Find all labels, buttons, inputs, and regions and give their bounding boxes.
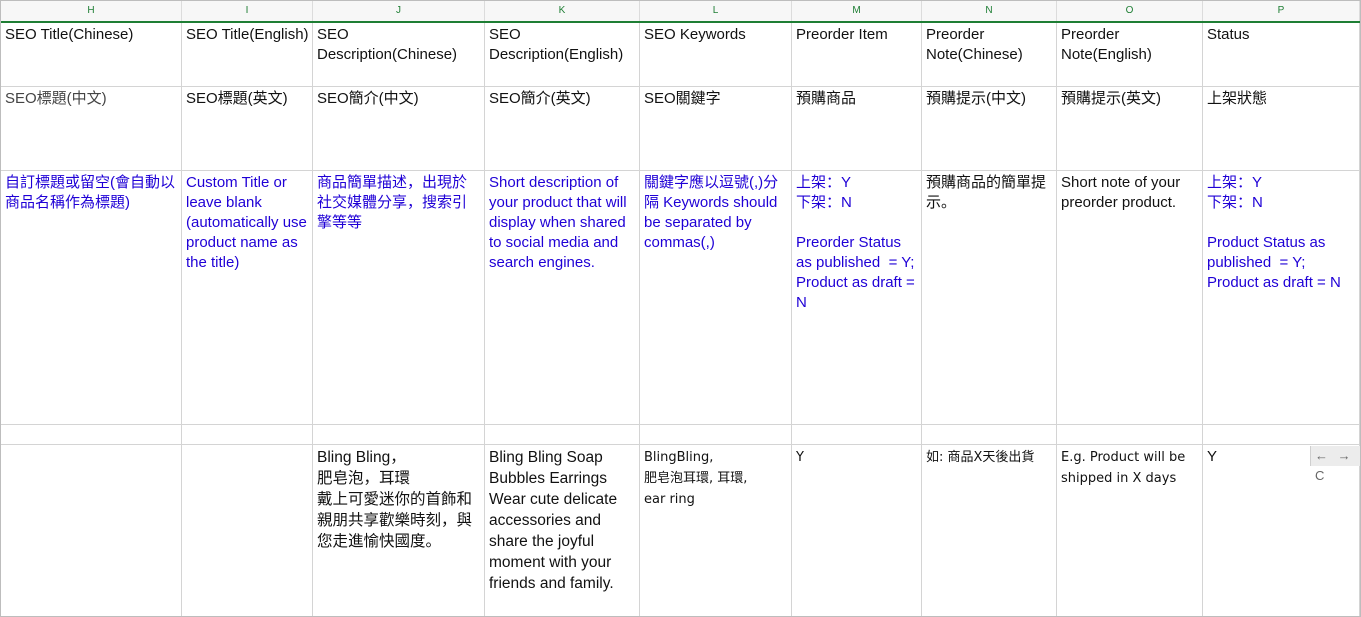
cell-blank[interactable] xyxy=(922,425,1057,445)
cell-label-seo-description-english[interactable]: SEO簡介(英文) xyxy=(485,87,640,171)
cell-blank[interactable] xyxy=(485,425,640,445)
cell-label-preorder-note-english[interactable]: 預購提示(英文) xyxy=(1057,87,1203,171)
column-header-n[interactable]: N xyxy=(922,1,1057,21)
column-header-k[interactable]: K xyxy=(485,1,640,21)
cell-header-seo-title-english[interactable]: SEO Title(English) xyxy=(182,23,313,87)
cell-instruction-preorder-item[interactable]: 上架：Y 下架：N Preorder Status as published =… xyxy=(792,171,922,425)
cell-example-seo-description-english[interactable]: Bling Bling Soap Bubbles Earrings Wear c… xyxy=(485,445,640,616)
browser-nav-controls[interactable]: ← → C xyxy=(1310,446,1360,483)
cell-header-preorder-note-english[interactable]: Preorder Note(English) xyxy=(1057,23,1203,87)
cell-example-seo-keywords[interactable]: BlingBling, 肥皂泡耳環, 耳環, ear ring xyxy=(640,445,792,616)
cell-header-seo-keywords[interactable]: SEO Keywords xyxy=(640,23,792,87)
column-header-o[interactable]: O xyxy=(1057,1,1203,21)
cell-header-seo-description-chinese[interactable]: SEO Description(Chinese) xyxy=(313,23,485,87)
cell-instruction-seo-description-chinese[interactable]: 商品簡單描述，出現於社交媒體分享，搜索引擎等等 xyxy=(313,171,485,425)
cell-example-preorder-note-chinese[interactable]: 如: 商品X天後出貨 xyxy=(922,445,1057,616)
cell-instruction-seo-description-english[interactable]: Short description of your product that w… xyxy=(485,171,640,425)
column-header-l[interactable]: L xyxy=(640,1,792,21)
cell-header-seo-description-english[interactable]: SEO Description(English) xyxy=(485,23,640,87)
cell-example-seo-title-chinese[interactable] xyxy=(1,445,182,616)
column-header-m[interactable]: M xyxy=(792,1,922,21)
column-header-j[interactable]: J xyxy=(313,1,485,21)
cell-label-status[interactable]: 上架狀態 xyxy=(1203,87,1360,171)
cell-header-preorder-item[interactable]: Preorder Item xyxy=(792,23,922,87)
cell-example-seo-description-chinese[interactable]: Bling Bling， 肥皂泡，耳環 戴上可愛迷你的首飾和親朋共享歡樂時刻，與… xyxy=(313,445,485,616)
cell-example-status[interactable]: Y xyxy=(1203,445,1360,616)
cell-header-seo-title-chinese[interactable]: SEO Title(Chinese) xyxy=(1,23,182,87)
cell-blank[interactable] xyxy=(313,425,485,445)
cell-label-preorder-note-chinese[interactable]: 預購提示(中文) xyxy=(922,87,1057,171)
column-header-bar: H I J K L M N O P xyxy=(1,1,1360,23)
cell-instruction-preorder-note-english[interactable]: Short note of your preorder product. xyxy=(1057,171,1203,425)
cell-example-seo-title-english[interactable] xyxy=(182,445,313,616)
cell-label-seo-title-chinese[interactable]: SEO標題(中文) xyxy=(1,87,182,171)
cell-instruction-seo-keywords[interactable]: 關鍵字應以逗號(,)分隔 Keywords should be separate… xyxy=(640,171,792,425)
cell-example-preorder-note-english[interactable]: E.g. Product will be shipped in X days xyxy=(1057,445,1203,616)
cell-header-status[interactable]: Status xyxy=(1203,23,1360,87)
cell-instruction-status[interactable]: 上架：Y 下架：N Product Status as published = … xyxy=(1203,171,1360,425)
cell-example-preorder-item[interactable]: Y xyxy=(792,445,922,616)
cell-label-seo-description-chinese[interactable]: SEO簡介(中文) xyxy=(313,87,485,171)
column-header-p[interactable]: P xyxy=(1203,1,1360,21)
column-header-h[interactable]: H xyxy=(1,1,182,21)
cell-instruction-preorder-note-chinese[interactable]: 預購商品的簡單提示。 xyxy=(922,171,1057,425)
cell-blank[interactable] xyxy=(792,425,922,445)
cell-label-seo-keywords[interactable]: SEO關鍵字 xyxy=(640,87,792,171)
cell-blank[interactable] xyxy=(640,425,792,445)
column-header-i[interactable]: I xyxy=(182,1,313,21)
cell-header-preorder-note-chinese[interactable]: Preorder Note(Chinese) xyxy=(922,23,1057,87)
cell-blank[interactable] xyxy=(182,425,313,445)
cell-instruction-seo-title-chinese[interactable]: 自訂標題或留空(會自動以商品名稱作為標題) xyxy=(1,171,182,425)
cell-blank[interactable] xyxy=(1203,425,1360,445)
cell-label-preorder-item[interactable]: 預購商品 xyxy=(792,87,922,171)
cell-label-seo-title-english[interactable]: SEO標題(英文) xyxy=(182,87,313,171)
cell-blank[interactable] xyxy=(1,425,182,445)
cell-blank[interactable] xyxy=(1057,425,1203,445)
spreadsheet-frame: H I J K L M N O P SEO Title(Chinese) SEO… xyxy=(0,0,1361,617)
cell-instruction-seo-title-english[interactable]: Custom Title or leave blank (automatical… xyxy=(182,171,313,425)
